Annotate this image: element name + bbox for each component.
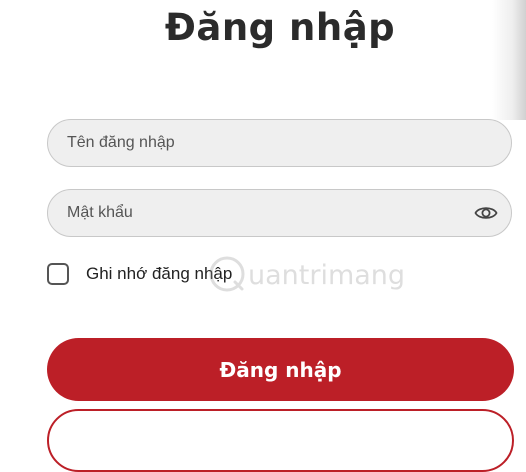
eye-icon[interactable] xyxy=(474,203,498,223)
remember-me-row[interactable]: Ghi nhớ đăng nhập xyxy=(47,261,232,287)
page-title: Đăng nhập xyxy=(164,6,396,49)
login-button[interactable]: Đăng nhập xyxy=(47,338,514,401)
secondary-button[interactable] xyxy=(47,409,514,472)
watermark-text: uantrimang xyxy=(248,260,405,291)
username-field[interactable] xyxy=(47,119,512,167)
password-field[interactable] xyxy=(47,189,512,237)
password-input[interactable] xyxy=(67,190,467,236)
watermark-logo: uantrimang xyxy=(209,256,405,292)
username-input[interactable] xyxy=(67,120,467,166)
remember-me-checkbox[interactable] xyxy=(47,263,69,285)
